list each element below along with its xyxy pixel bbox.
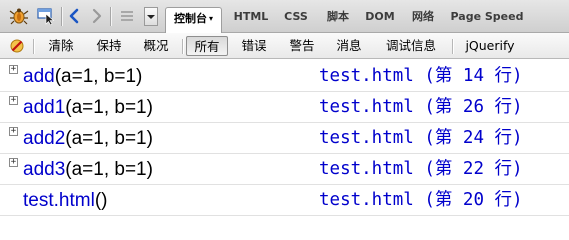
function-name[interactable]: add [23, 66, 55, 87]
toolbar-separator [182, 39, 183, 54]
function-args: () [94, 190, 108, 211]
chevron-down-icon[interactable]: ▾ [209, 14, 213, 23]
tab-script[interactable]: 脚本 [320, 6, 356, 28]
source-link[interactable]: test.html (第 14 行) [319, 63, 523, 90]
function-call: add3(a=1, b=1) [23, 156, 153, 183]
function-args: (a=1, b=1) [65, 128, 153, 149]
filter-info[interactable]: 消息 [331, 36, 367, 56]
function-call: add2(a=1, b=1) [23, 125, 153, 152]
console-row[interactable]: + add2(a=1, b=1) test.html (第 24 行) [0, 123, 569, 154]
filter-warnings[interactable]: 警告 [284, 36, 320, 56]
toolbar-separator [110, 7, 111, 26]
source-link[interactable]: test.html (第 20 行) [319, 187, 523, 214]
profile-button[interactable]: 概况 [138, 36, 174, 56]
filter-errors[interactable]: 错误 [236, 36, 272, 56]
tab-page-speed[interactable]: Page Speed [448, 6, 526, 28]
function-name[interactable]: test.html [23, 190, 95, 211]
panel-menu-dropdown-button[interactable] [144, 7, 158, 26]
tab-console[interactable]: 控制台 ▾ [165, 7, 222, 33]
function-args: (a=1, b=1) [65, 97, 153, 118]
expand-icon[interactable]: + [9, 158, 18, 167]
chevron-right-icon[interactable] [89, 5, 105, 27]
firebug-bug-icon[interactable] [8, 5, 30, 27]
function-name[interactable]: add2 [23, 128, 65, 149]
function-call: add(a=1, b=1) [23, 63, 142, 90]
expand-icon[interactable]: + [9, 127, 18, 136]
console-toolbar: 清除 保持 概况 所有 错误 警告 消息 调试信息 jQuerify [0, 33, 569, 59]
function-name[interactable]: add3 [23, 159, 65, 180]
console-row[interactable]: + add3(a=1, b=1) test.html (第 22 行) [0, 154, 569, 185]
tab-net[interactable]: 网络 [404, 6, 442, 28]
clear-button[interactable]: 清除 [43, 36, 79, 56]
function-call: add1(a=1, b=1) [23, 94, 153, 121]
tab-dom[interactable]: DOM [362, 6, 398, 28]
filter-debug-info[interactable]: 调试信息 [379, 36, 443, 56]
function-call: test.html() [23, 187, 107, 214]
persist-button[interactable]: 保持 [91, 36, 127, 56]
source-link[interactable]: test.html (第 22 行) [319, 156, 523, 183]
console-row[interactable]: + add(a=1, b=1) test.html (第 14 行) [0, 61, 569, 92]
tab-html[interactable]: HTML [230, 6, 272, 28]
expand-icon[interactable]: + [9, 65, 18, 74]
function-name[interactable]: add1 [23, 97, 65, 118]
toolbar-separator [33, 39, 34, 54]
console-row[interactable]: test.html() test.html (第 20 行) [0, 185, 569, 216]
tab-css[interactable]: CSS [280, 6, 312, 28]
source-link[interactable]: test.html (第 24 行) [319, 125, 523, 152]
hamburger-icon[interactable] [116, 5, 138, 27]
toolbar-separator [61, 7, 62, 26]
source-link[interactable]: test.html (第 26 行) [319, 94, 523, 121]
panel-tab-bar: 控制台 ▾ HTML CSS 脚本 DOM 网络 Page Speed [0, 0, 569, 33]
chevron-left-icon[interactable] [66, 5, 82, 27]
expand-icon[interactable]: + [9, 96, 18, 105]
tab-label: 控制台 [173, 12, 207, 25]
function-args: (a=1, b=1) [65, 159, 153, 180]
function-args: (a=1, b=1) [54, 66, 143, 87]
toolbar-separator [452, 39, 453, 54]
filter-all[interactable]: 所有 [186, 36, 228, 56]
inspect-element-icon[interactable] [35, 5, 57, 27]
clear-console-icon[interactable] [8, 36, 26, 56]
jquerify-button[interactable]: jQuerify [459, 36, 521, 56]
console-row[interactable]: + add1(a=1, b=1) test.html (第 26 行) [0, 92, 569, 123]
